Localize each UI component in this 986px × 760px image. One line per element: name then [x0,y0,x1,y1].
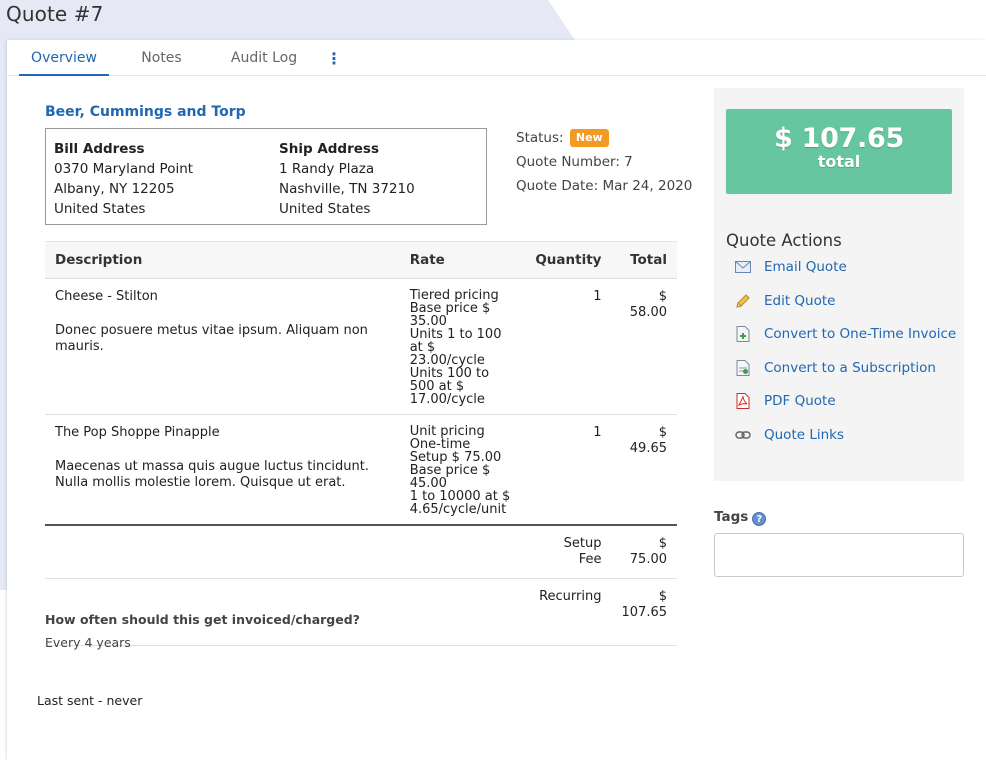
pdf-quote-label: PDF Quote [764,393,836,409]
quote-number-label: Quote Number: [516,154,620,170]
convert-subscription-action[interactable]: Convert to a Subscription [734,357,936,379]
quote-date-label: Quote Date: [516,178,599,194]
quote-links-action[interactable]: Quote Links [734,424,844,446]
ship-address: Ship Address 1 Randy Plaza Nashville, TN… [279,139,415,219]
item-quantity: 1 [521,278,612,415]
convert-subscription-label: Convert to a Subscription [764,360,936,376]
link-icon [734,426,752,444]
envelope-icon [734,258,752,276]
setup-fee-row: Setup Fee $ 75.00 [45,525,677,579]
table-header-row: Description Rate Quantity Total [45,241,677,279]
header-total: Total [611,241,677,279]
customer-link[interactable]: Beer, Cummings and Torp [45,104,246,120]
address-box: Bill Address 0370 Maryland Point Albany,… [45,128,487,225]
pdf-quote-action[interactable]: PDF Quote [734,390,836,412]
quote-side-panel: $ 107.65 total Quote Actions Email Quote… [714,88,964,481]
header-rate: Rate [399,241,522,279]
bill-address-line2: Albany, NY 12205 [54,181,175,197]
rate-line: Base price $ 35.00 [409,301,491,329]
status-row: Status: New [516,126,692,150]
email-quote-label: Email Quote [764,259,847,275]
item-description: Maecenas ut massa quis augue luctus tinc… [55,459,369,490]
tab-notes[interactable]: Notes [109,40,214,76]
quote-card: Overview Notes Audit Log ⋮ Beer, Cumming… [7,40,986,760]
tags-input[interactable] [714,533,964,577]
total-box: $ 107.65 total [726,109,952,194]
last-sent-text: Last sent - never [37,693,143,708]
bill-address-line3: United States [54,201,146,217]
document-recurring-icon [734,359,752,377]
quote-number-row: Quote Number: 7 [516,150,692,174]
status-badge: New [569,129,609,147]
ship-address-line1: 1 Randy Plaza [279,161,375,177]
edit-quote-action[interactable]: Edit Quote [734,290,835,312]
quote-meta: Status: New Quote Number: 7 Quote Date: … [516,126,692,198]
rate-line: 1 to 10000 at $ 4.65/cycle/unit [409,489,511,517]
tab-audit-log[interactable]: Audit Log [214,40,314,76]
ship-address-line3: United States [279,201,371,217]
quote-links-label: Quote Links [764,427,845,443]
edit-quote-label: Edit Quote [764,293,836,309]
document-add-icon [734,325,752,343]
total-amount: $ 107.65 [774,123,904,154]
item-quantity: 1 [521,414,612,526]
convert-invoice-action[interactable]: Convert to One-Time Invoice [734,323,956,345]
quote-date-value: Mar 24, 2020 [602,178,693,194]
rate-line: Units 100 to 500 at $ 17.00/cycle [409,366,490,407]
more-options-icon[interactable]: ⋮ [314,40,354,76]
quote-date-row: Quote Date: Mar 24, 2020 [516,174,692,198]
status-label: Status: [516,130,564,146]
item-rate-cell: Tiered pricing Base price $ 35.00 Units … [399,278,522,415]
help-icon[interactable]: ? [752,512,767,526]
item-total: $ 58.00 [611,278,677,415]
rate-line: Base price $ 45.00 [409,463,491,491]
pencil-icon [734,292,752,310]
setup-fee-value: $ 75.00 [611,525,677,579]
item-rate-cell: Unit pricing One-time Setup $ 75.00 Base… [399,414,522,526]
item-description-cell: The Pop Shoppe Pinapple Maecenas ut mass… [45,414,400,526]
item-description: Donec posuere metus vitae ipsum. Aliquam… [55,323,368,354]
total-label: total [817,152,861,171]
tab-overview[interactable]: Overview [19,40,109,76]
convert-invoice-label: Convert to One-Time Invoice [764,326,957,342]
tags-label: Tags? [714,509,767,526]
bill-address: Bill Address 0370 Maryland Point Albany,… [54,139,193,219]
page-title: Quote #7 [6,2,104,26]
rate-line: One-time Setup $ 75.00 [409,437,502,465]
tab-bar: Overview Notes Audit Log ⋮ [19,40,354,76]
quote-number-value: 7 [624,154,633,170]
recurring-value: $ 107.65 [611,578,677,646]
rate-line: Units 1 to 100 at $ 23.00/cycle [409,327,502,368]
bill-address-line1: 0370 Maryland Point [54,161,194,177]
line-items-table: Description Rate Quantity Total Cheese -… [45,241,677,646]
ship-address-line2: Nashville, TN 37210 [279,181,415,197]
item-description-cell: Cheese - Stilton Donec posuere metus vit… [45,278,400,415]
email-quote-action[interactable]: Email Quote [734,256,847,278]
ship-address-heading: Ship Address [279,141,379,157]
item-name: The Pop Shoppe Pinapple [55,425,220,440]
table-row: Cheese - Stilton Donec posuere metus vit… [45,278,677,415]
pdf-icon [734,392,752,410]
setup-fee-label: Setup Fee [399,525,612,579]
header-description: Description [45,241,400,279]
item-name: Cheese - Stilton [55,289,158,304]
billing-frequency-question: How often should this get invoiced/charg… [45,612,360,627]
table-row: The Pop Shoppe Pinapple Maecenas ut mass… [45,414,677,526]
bill-address-heading: Bill Address [54,141,145,157]
header-quantity: Quantity [521,241,612,279]
quote-actions-title: Quote Actions [726,231,842,250]
recurring-label: Recurring [399,578,612,646]
billing-frequency-answer: Every 4 years [45,635,131,650]
item-total: $ 49.65 [611,414,677,526]
